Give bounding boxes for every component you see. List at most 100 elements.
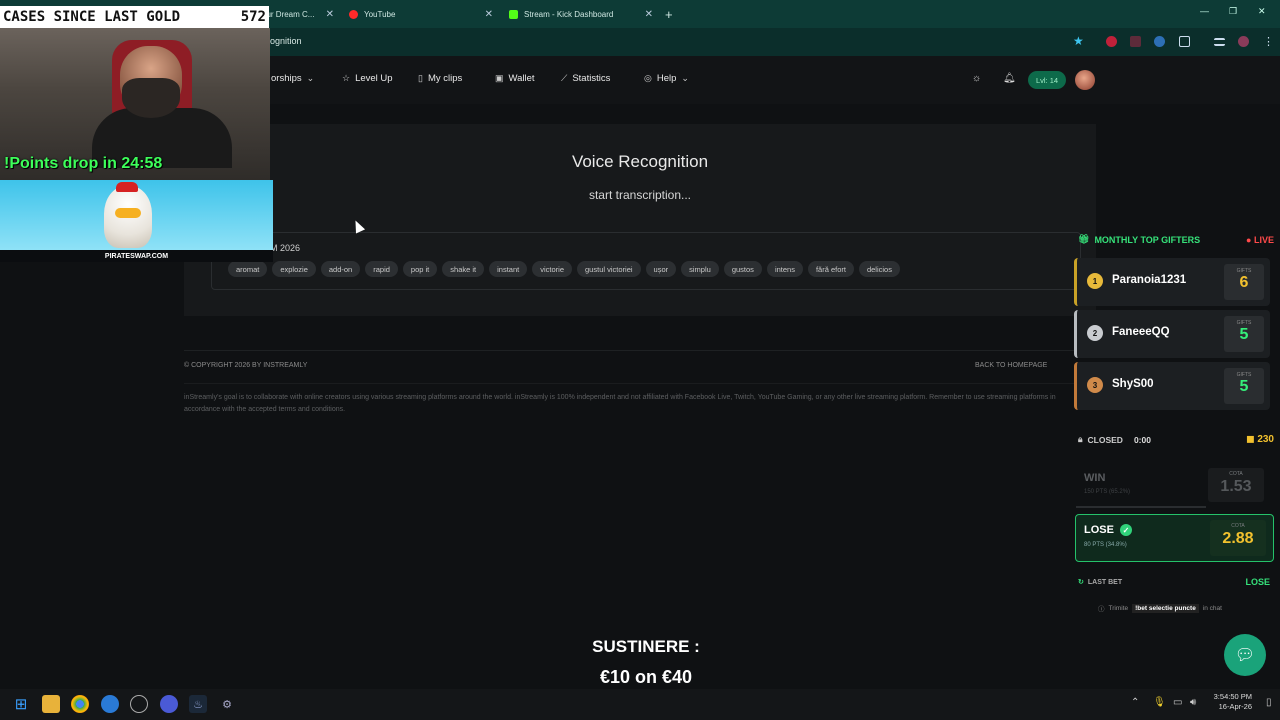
page-title: Voice Recognition — [571, 152, 709, 171]
nav-wallet[interactable]: ▣ Wallet — [495, 73, 535, 84]
gifter-name: ShyS00 — [1112, 378, 1154, 390]
coins-balance: ◼ 230 — [1246, 434, 1274, 445]
keyword-tag: explozie — [272, 261, 316, 277]
bookmark-star-icon[interactable]: ★ — [1073, 34, 1084, 48]
mic-icon[interactable]: 🎙︎ — [1153, 697, 1166, 708]
extensions-puzzle-icon[interactable] — [1179, 36, 1190, 47]
chat-support-button[interactable]: 💬︎ — [1224, 634, 1266, 676]
gift-count-box: GIFTS 5 — [1224, 368, 1264, 404]
check-icon: ✓ — [1119, 524, 1132, 536]
kick-icon — [509, 9, 518, 19]
menu-kebab-icon[interactable]: ⋮ — [1263, 35, 1274, 48]
win-progress-bar — [1076, 506, 1206, 508]
keyword-tag: shake it — [442, 261, 485, 277]
keyword-tags: aromat explozie add-on rapid pop it shak… — [228, 261, 900, 277]
cases-label: CASES SINCE LAST GOLD — [3, 9, 181, 25]
theme-toggle-icon[interactable]: ☼ — [972, 73, 981, 84]
nav-sponsorships[interactable]: orships ⌄ — [271, 73, 314, 84]
gift-icon: 🎁︎ — [1078, 234, 1090, 244]
extension-icon[interactable] — [1106, 36, 1117, 47]
footer-divider — [184, 383, 1096, 384]
close-tab-icon[interactable]: ✕ — [485, 9, 493, 20]
steam-icon[interactable]: ♨ — [189, 695, 207, 713]
sustinere-value: €10 on €40 — [599, 667, 693, 687]
keyword-tag: fără efort — [807, 261, 854, 277]
coins-value: 230 — [1257, 434, 1274, 445]
last-bet-label: LAST BET — [1087, 578, 1123, 586]
settings-gear-icon[interactable]: ⚙ — [218, 695, 236, 713]
notifications-icon[interactable]: ▯ — [1266, 697, 1272, 708]
tab-label: YouTube — [364, 9, 396, 19]
clock-time: 3:54:50 PM — [1213, 692, 1252, 701]
win-odds: 1.53 — [1220, 478, 1252, 495]
nav-statistics[interactable]: ⟋ Statistics — [561, 73, 610, 84]
profile-icon[interactable] — [1238, 36, 1249, 47]
bet-timer: 0:00 — [1133, 434, 1151, 445]
bet-status: CLOSED — [1087, 434, 1123, 445]
help-icon: ◎ — [644, 73, 652, 83]
windows-start-icon[interactable]: ⊞ — [12, 695, 30, 713]
win-label: WIN — [1084, 472, 1106, 484]
extension-icon[interactable] — [1130, 36, 1141, 47]
app-icon[interactable] — [130, 695, 148, 713]
maximize-icon[interactable]: ❐ — [1229, 6, 1237, 17]
win-odds-box: COTA 1.53 — [1208, 468, 1264, 502]
keyword-tag: intens — [766, 261, 803, 277]
keyword-tag: gustos — [723, 261, 762, 277]
youtube-icon — [349, 9, 358, 19]
new-tab-button[interactable]: + — [665, 4, 673, 24]
chevron-down-icon: ⌄ — [306, 73, 315, 83]
hint-pre: Trimite — [1108, 604, 1129, 612]
rank-badge: 2 — [1087, 325, 1103, 341]
network-icon[interactable]: ▭ — [1173, 697, 1182, 708]
avatar[interactable] — [1075, 70, 1095, 90]
tab-kick-dashboard[interactable]: Stream - Kick Dashboard ✕ — [509, 4, 653, 24]
keywords-date: M 2026 — [270, 243, 301, 253]
app-icon[interactable] — [101, 695, 119, 713]
level-badge[interactable]: Lvl: 14 — [1028, 71, 1066, 89]
extension-icon[interactable] — [1154, 36, 1165, 47]
hint-command: !bet selectie puncte — [1132, 603, 1199, 613]
lock-icon: 🔒︎ — [1078, 434, 1083, 444]
volume-icon[interactable]: 🔊︎ — [1190, 697, 1196, 708]
tray-chevron-icon[interactable]: ⌃ — [1131, 697, 1139, 708]
gifters-title: MONTHLY TOP GIFTERS — [1094, 234, 1201, 245]
lose-points: 80 PTS (34.8%) — [1084, 542, 1127, 548]
footer-divider — [184, 350, 1096, 351]
info-icon: ⓘ — [1098, 606, 1105, 613]
gifter-row: 2 FaneeeQQ GIFTS 5 — [1074, 310, 1270, 358]
keyword-tag: aromat — [228, 261, 268, 277]
close-tab-icon[interactable]: ✕ — [645, 9, 653, 20]
points-drop-timer: !Points drop in 24:58 — [4, 155, 163, 172]
last-bet-row: ↻ LAST BET LOSE — [1078, 577, 1270, 587]
nav-label: Statistics — [572, 73, 611, 84]
gifter-row: 3 ShyS00 GIFTS 5 — [1074, 362, 1270, 410]
close-tab-icon[interactable]: ✕ — [326, 9, 334, 20]
minimize-icon[interactable]: — — [1200, 6, 1209, 16]
nav-my-clips[interactable]: ▯ My clips — [418, 73, 462, 84]
live-label: LIVE — [1253, 234, 1274, 245]
url-field[interactable]: ognition — [270, 36, 302, 46]
tab-youtube[interactable]: YouTube ✕ — [349, 4, 493, 24]
bell-icon[interactable]: 🔔︎ — [1003, 73, 1016, 84]
nav-help[interactable]: ◎ Help ⌄ — [644, 73, 689, 84]
nav-label: Level Up — [355, 73, 393, 84]
nav-level-up[interactable]: ☆ Level Up — [342, 73, 393, 84]
close-window-icon[interactable]: ✕ — [1258, 6, 1266, 17]
chicken-beak — [115, 208, 141, 218]
file-explorer-icon[interactable] — [42, 695, 60, 713]
tab-dream[interactable]: our Dream C... ✕ — [262, 4, 334, 24]
back-to-homepage-link[interactable]: BACK TO HOMEPAGE — [975, 362, 1047, 369]
chrome-icon[interactable] — [71, 695, 89, 713]
clock-date: 16-Apr-26 — [1218, 702, 1252, 711]
reading-list-icon[interactable] — [1214, 38, 1225, 46]
system-clock[interactable]: 3:54:50 PM 16-Apr-26 — [1202, 692, 1252, 712]
discord-icon[interactable] — [160, 695, 178, 713]
hint-post: in chat — [1202, 604, 1222, 612]
win-points: 150 PTS (65.2%) — [1084, 489, 1131, 495]
nav-label: Help — [656, 73, 677, 84]
gifter-name: Paranoia1231 — [1112, 274, 1187, 286]
top-gifters-header: 🎁︎ MONTHLY TOP GIFTERS ● LIVE — [1078, 234, 1274, 245]
gifter-row: 1 Paranoia1231 GIFTS 6 — [1074, 258, 1270, 306]
gifter-name: FaneeeQQ — [1112, 326, 1170, 338]
